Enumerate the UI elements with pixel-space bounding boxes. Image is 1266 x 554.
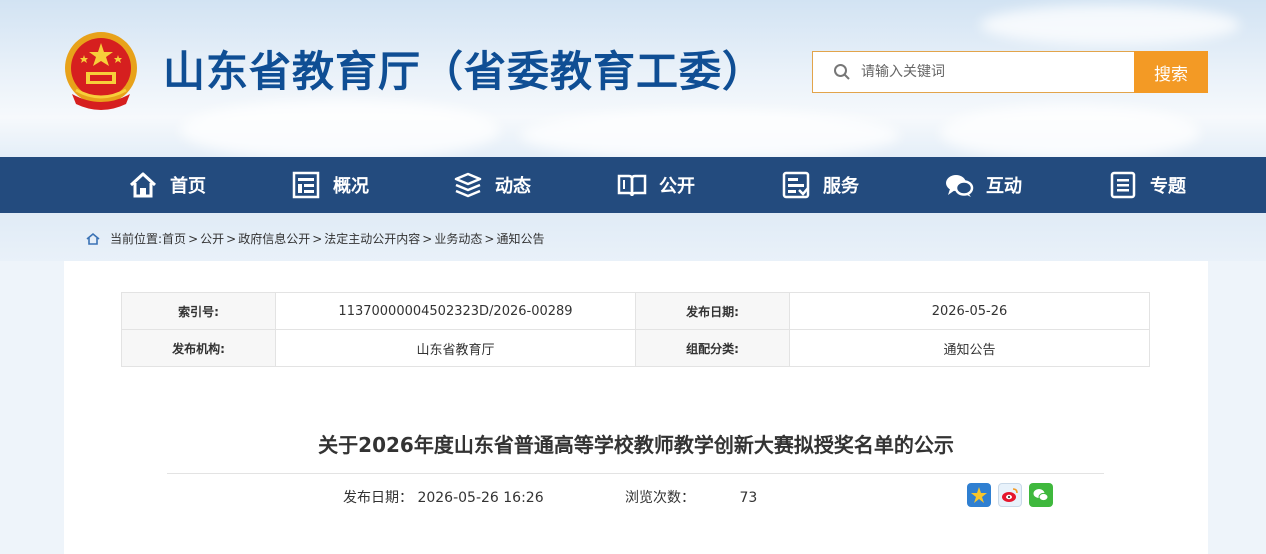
publish-date-info: 发布日期： 2026-05-26 16:26 (343, 487, 544, 507)
national-emblem-icon (62, 30, 140, 114)
nav-label: 公开 (659, 176, 695, 197)
breadcrumb-bar: 当前位置: 首页 > 公开 > 政府信息公开 > 法定主动公开内容 > 业务动态 > 通知… (0, 213, 1266, 261)
breadcrumb-item[interactable]: 业务动态 (434, 230, 482, 247)
search-icon (834, 64, 850, 80)
search-button[interactable]: 搜索 (1134, 51, 1208, 93)
search-input[interactable] (861, 64, 1111, 80)
nav-item-open[interactable]: 公开 (617, 157, 695, 213)
document-icon (1110, 171, 1136, 199)
table-row: 索引号: 11370000004502323D/2026-00289 发布日期:… (121, 292, 1150, 330)
breadcrumb-item[interactable]: 法定主动公开内容 (324, 230, 420, 247)
divider (167, 473, 1104, 474)
search-box (812, 51, 1134, 93)
site-header: 山东省教育厅（省委教育工委） 搜索 (0, 0, 1266, 157)
cloud-decoration (520, 110, 900, 157)
org-value: 山东省教育厅 (275, 329, 636, 367)
nav-item-interact[interactable]: 互动 (944, 157, 1022, 213)
nav-item-news[interactable]: 动态 (453, 157, 531, 213)
breadcrumb-item[interactable]: 首页 (162, 230, 186, 247)
service-icon (782, 171, 810, 199)
nav-label: 专题 (1150, 176, 1186, 197)
nav-label: 概况 (333, 176, 369, 197)
breadcrumb-separator: > (422, 231, 433, 246)
article-title: 关于2026年度山东省普通高等学校教师教学创新大赛拟授奖名单的公示 (318, 433, 954, 457)
nav-label: 动态 (495, 176, 531, 197)
nav-label: 互动 (986, 176, 1022, 197)
view-count-info: 浏览次数： 73 (625, 487, 757, 507)
breadcrumb-separator: > (312, 231, 323, 246)
cloud-decoration (940, 105, 1200, 157)
nav-label: 首页 (170, 176, 206, 197)
publish-label: 发布日期： (343, 490, 413, 506)
site-title: 山东省教育厅（省委教育工委） (163, 47, 766, 96)
category-label: 组配分类: (635, 329, 790, 367)
weibo-icon[interactable] (998, 483, 1022, 507)
category-value: 通知公告 (789, 329, 1150, 367)
breadcrumb: 当前位置: 首页 > 公开 > 政府信息公开 > 法定主动公开内容 > 业务动态 > 通知… (86, 230, 544, 247)
main-nav: 首页 概况 动态 公开 服务 互动 专题 (0, 157, 1266, 213)
org-label: 发布机构: (121, 329, 276, 367)
article-container: 索引号: 11370000004502323D/2026-00289 发布日期:… (64, 261, 1208, 554)
breadcrumb-separator: > (226, 231, 237, 246)
nav-item-topic[interactable]: 专题 (1108, 157, 1186, 213)
home-icon (86, 232, 100, 245)
cloud-decoration (980, 5, 1240, 45)
breadcrumb-item[interactable]: 政府信息公开 (238, 230, 310, 247)
date-label: 发布日期: (635, 292, 790, 330)
qzone-icon[interactable] (967, 483, 991, 507)
breadcrumb-separator: > (188, 231, 199, 246)
nav-item-home[interactable]: 首页 (128, 157, 206, 213)
views-label: 浏览次数： (625, 490, 695, 506)
share-icons (967, 483, 1060, 507)
breadcrumb-item[interactable]: 公开 (200, 230, 224, 247)
views-value: 73 (739, 490, 758, 506)
table-row: 发布机构: 山东省教育厅 组配分类: 通知公告 (121, 329, 1150, 367)
meta-table: 索引号: 11370000004502323D/2026-00289 发布日期:… (121, 292, 1150, 367)
nav-label: 服务 (823, 176, 859, 197)
publish-value: 2026-05-26 16:26 (417, 490, 544, 506)
overview-icon (292, 171, 320, 199)
open-book-icon (617, 174, 647, 197)
nav-item-service[interactable]: 服务 (781, 157, 859, 213)
chat-icon (946, 175, 974, 197)
breadcrumb-item[interactable]: 通知公告 (496, 230, 544, 247)
index-label: 索引号: (121, 292, 276, 330)
home-icon (129, 172, 157, 198)
date-value: 2026-05-26 (789, 292, 1150, 330)
cloud-decoration (180, 100, 500, 157)
breadcrumb-prefix: 当前位置: (110, 232, 163, 246)
news-stack-icon (454, 172, 482, 198)
breadcrumb-separator: > (484, 231, 495, 246)
nav-item-overview[interactable]: 概况 (291, 157, 369, 213)
index-value: 11370000004502323D/2026-00289 (275, 292, 636, 330)
wechat-icon[interactable] (1029, 483, 1053, 507)
